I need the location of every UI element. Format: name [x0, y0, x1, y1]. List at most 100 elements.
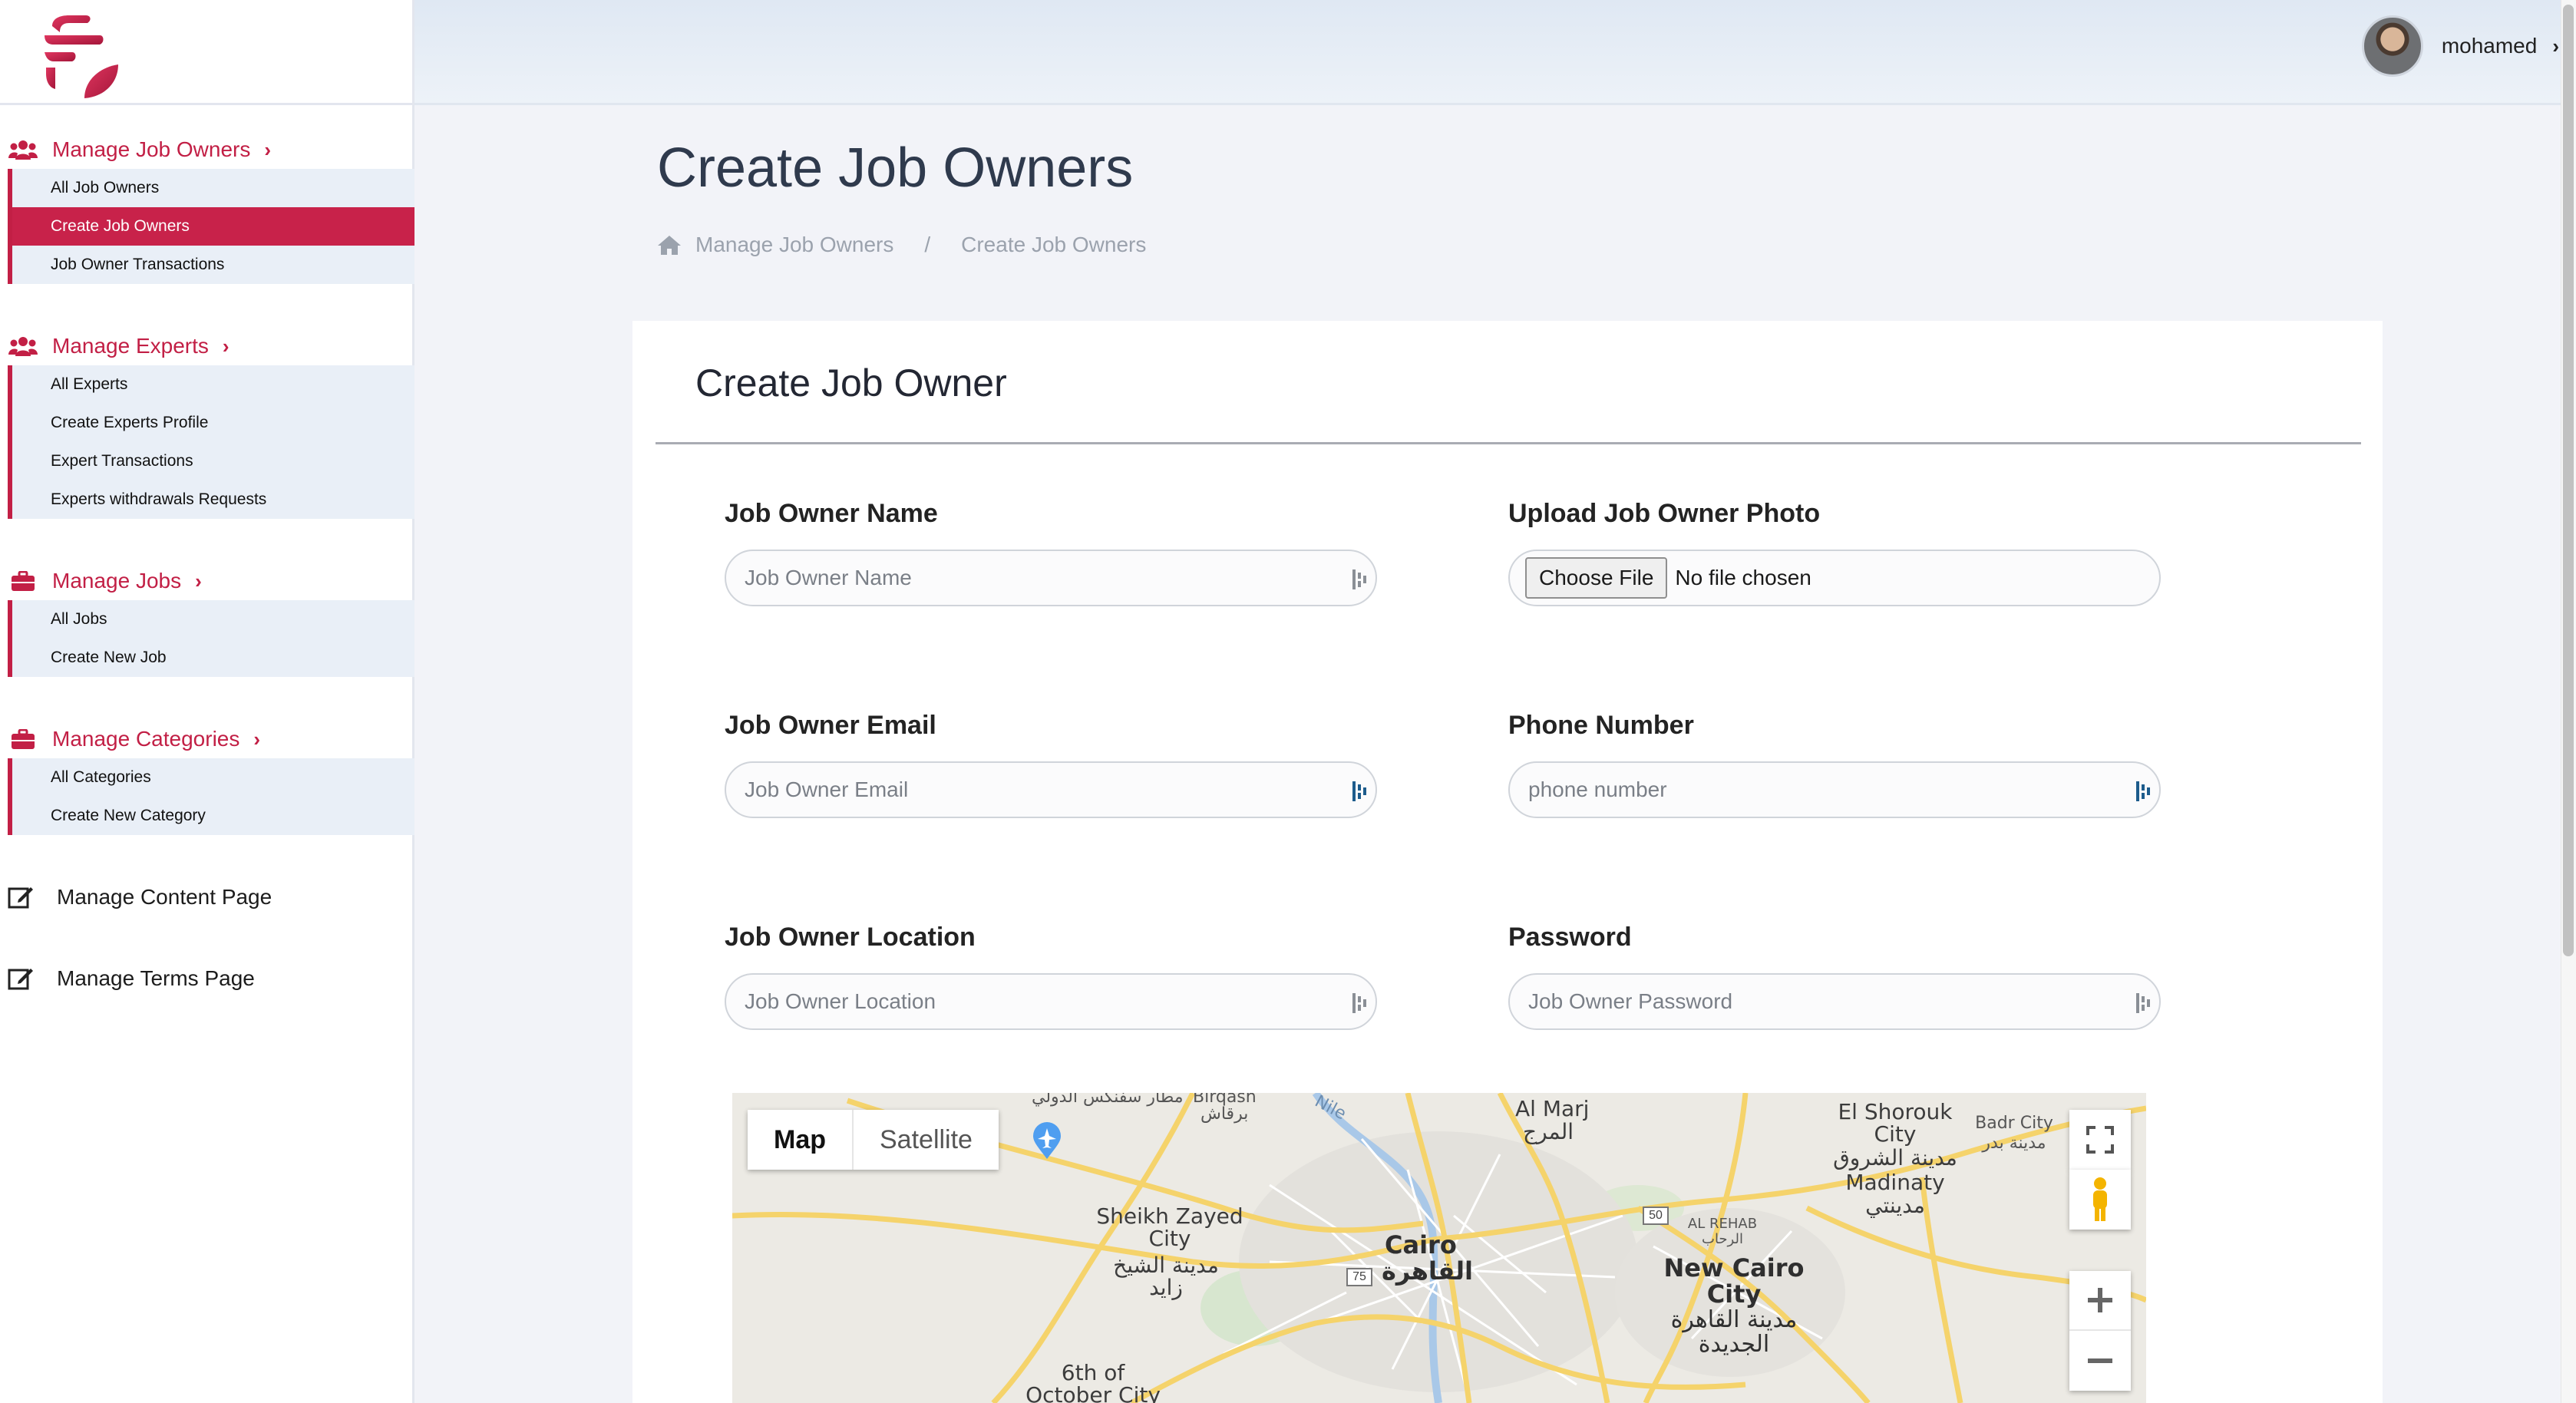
topbar: mohamed › [414, 0, 2576, 105]
photo-label: Upload Job Owner Photo [1508, 499, 1821, 528]
submenu-experts: All Experts Create Experts Profile Exper… [8, 365, 414, 519]
chevron-right-icon: › [264, 137, 272, 161]
choose-file-button[interactable]: Choose File [1525, 557, 1668, 599]
keypass-icon [1352, 569, 1366, 589]
file-status: No file chosen [1675, 566, 1811, 589]
map-label-al-rehab: AL REHAB [1687, 1216, 1758, 1232]
phone-label: Phone Number [1508, 711, 1694, 740]
keypass-icon [1352, 781, 1366, 801]
fullscreen-icon [2086, 1126, 2114, 1154]
username: mohamed [2441, 34, 2538, 58]
divider [656, 442, 2361, 444]
menu-group-categories: Manage Categories › All Categories Creat… [0, 720, 414, 835]
map-label-october: 6th of October City [1025, 1360, 1161, 1403]
brand-logo[interactable] [38, 12, 130, 103]
zoom-out-button[interactable] [2069, 1331, 2131, 1391]
sidebar-item-label: Manage Content Page [57, 885, 272, 909]
map-label-badr-city: Badr City [1975, 1114, 2053, 1133]
map-label-al-rehab-ar: الرحاب [1702, 1231, 1743, 1247]
menu-head-manage-categories[interactable]: Manage Categories › [0, 720, 414, 758]
chevron-right-icon: › [222, 334, 230, 358]
menu-head-label: Manage Jobs [52, 569, 182, 593]
sidebar-item-label: Manage Terms Page [57, 966, 255, 990]
submenu-jobs: All Jobs Create New Job [8, 600, 414, 677]
breadcrumb-current: Create Job Owners [961, 233, 1147, 256]
sidebar-item-job-owner-transactions[interactable]: Job Owner Transactions [12, 246, 414, 284]
location-map[interactable]: مطار سفنكس الدولي Birqash برقاش Nile Al … [732, 1093, 2146, 1403]
submenu-categories: All Categories Create New Category [8, 758, 414, 835]
briefcase-icon [8, 728, 38, 751]
page-scrollbar[interactable] [2561, 0, 2576, 1403]
chevron-right-icon: › [195, 569, 202, 593]
fullscreen-button[interactable] [2069, 1110, 2131, 1170]
edit-icon [8, 969, 33, 990]
sidebar-item-experts-withdrawals[interactable]: Experts withdrawals Requests [12, 480, 414, 519]
map-label-new-cairo: New Cairo City [1663, 1253, 1805, 1309]
sidebar-item-create-experts-profile[interactable]: Create Experts Profile [12, 404, 414, 442]
map-label-sheikh-zayed: Sheikh Zayed City [1096, 1203, 1243, 1252]
location-label: Job Owner Location [725, 923, 976, 952]
password-input[interactable]: Job Owner Password [1508, 973, 2161, 1030]
menu-group-job-owners: Manage Job Owners › All Job Owners Creat… [0, 130, 414, 284]
sidebar-item-create-new-category[interactable]: Create New Category [12, 797, 414, 835]
menu-head-manage-jobs[interactable]: Manage Jobs › [0, 562, 414, 600]
job-owner-photo-input[interactable]: Choose File No file chosen [1508, 550, 2161, 606]
job-owner-name-input[interactable]: Job Owner Name [725, 550, 1377, 606]
menu-head-label: Manage Job Owners [52, 137, 251, 161]
avatar[interactable] [2361, 15, 2423, 77]
route-shield-50: 50 [1643, 1207, 1669, 1225]
page-title: Create Job Owners [657, 137, 1134, 199]
map-type-control: Map Satellite [748, 1110, 999, 1170]
airport-pin-icon [1033, 1122, 1061, 1159]
sidebar-item-manage-content-page[interactable]: Manage Content Page [8, 878, 272, 916]
sidebar-item-all-job-owners[interactable]: All Job Owners [12, 169, 414, 207]
users-icon [8, 138, 38, 161]
sidebar-item-all-jobs[interactable]: All Jobs [12, 600, 414, 639]
briefcase-icon [8, 569, 38, 593]
map-label-al-marj-ar: المرج [1523, 1119, 1574, 1144]
menu-head-manage-experts[interactable]: Manage Experts › [0, 327, 414, 365]
breadcrumb-link-manage-job-owners[interactable]: Manage Job Owners [695, 233, 893, 257]
home-icon[interactable] [657, 234, 682, 256]
plus-icon [2088, 1288, 2112, 1312]
edit-icon [8, 887, 33, 909]
users-icon [8, 335, 38, 358]
sidebar-item-expert-transactions[interactable]: Expert Transactions [12, 442, 414, 480]
zoom-in-button[interactable] [2069, 1271, 2131, 1331]
chevron-right-icon: › [2552, 34, 2559, 58]
user-menu[interactable]: mohamed › [2361, 15, 2559, 77]
scrollbar-thumb[interactable] [2563, 5, 2574, 956]
breadcrumb-separator: / [924, 233, 931, 256]
menu-head-label: Manage Experts [52, 334, 209, 358]
sidebar-item-all-categories[interactable]: All Categories [12, 758, 414, 797]
submenu-job-owners: All Job Owners Create Job Owners Job Own… [8, 169, 414, 284]
map-label-new-cairo-ar: مدينة القاهرة الجديدة [1670, 1306, 1798, 1358]
menu-group-jobs: Manage Jobs › All Jobs Create New Job [0, 562, 414, 677]
pegman-icon [2093, 1177, 2107, 1221]
zoom-control [2069, 1271, 2131, 1391]
phone-number-input[interactable]: phone number [1508, 761, 2161, 818]
map-label-badr-city-ar: مدينة بدر [1982, 1134, 2046, 1153]
map-label-cairo-ar: القاهرة [1382, 1256, 1474, 1286]
job-owner-location-input[interactable]: Job Owner Location [725, 973, 1377, 1030]
route-shield-75: 75 [1346, 1268, 1372, 1286]
sidebar-item-manage-terms-page[interactable]: Manage Terms Page [8, 959, 255, 998]
menu-head-manage-job-owners[interactable]: Manage Job Owners › [0, 130, 414, 169]
form-title: Create Job Owner [695, 361, 1007, 404]
sidebar-item-create-job-owners[interactable]: Create Job Owners [12, 207, 414, 246]
chevron-right-icon: › [253, 727, 261, 751]
street-view-pegman[interactable] [2069, 1170, 2131, 1230]
map-type-map-button[interactable]: Map [748, 1110, 854, 1170]
keypass-icon [2136, 993, 2150, 1013]
map-type-satellite-button[interactable]: Satellite [854, 1110, 999, 1170]
sidebar-item-create-new-job[interactable]: Create New Job [12, 639, 414, 677]
sidebar-item-all-experts[interactable]: All Experts [12, 365, 414, 404]
minus-icon [2088, 1358, 2112, 1363]
map-label-sheikh-zayed-ar: مدينة الشيخ زايد [1113, 1253, 1219, 1301]
map-label-airport: مطار سفنكس الدولي [1032, 1093, 1184, 1107]
map-label-al-marj: Al Marj [1515, 1096, 1590, 1121]
keypass-icon [1352, 993, 1366, 1013]
job-owner-email-input[interactable]: Job Owner Email [725, 761, 1377, 818]
name-label: Job Owner Name [725, 499, 938, 528]
menu-group-experts: Manage Experts › All Experts Create Expe… [0, 327, 414, 519]
